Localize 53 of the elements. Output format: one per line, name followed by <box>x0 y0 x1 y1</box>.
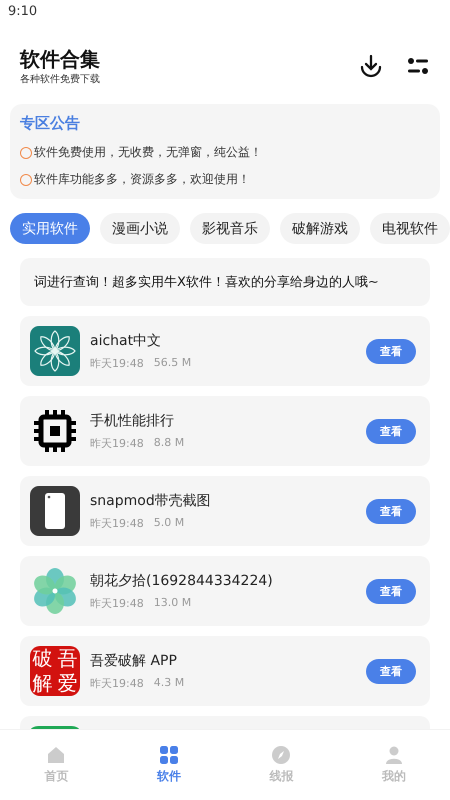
nav-tab[interactable]: 我的 <box>338 730 450 800</box>
view-button[interactable]: 查看 <box>366 498 416 524</box>
app-name: aichat中文 <box>90 332 162 350</box>
page-title: 软件合集 <box>20 46 101 72</box>
category-tab[interactable]: 实用软件 <box>10 213 90 244</box>
app-card[interactable]: 朝花夕拾(1692844334224) 昨天19:48 13.0 M 查看 <box>20 556 430 626</box>
notice-title: 专区公告 <box>20 114 81 133</box>
person-icon <box>384 745 404 765</box>
app-size: 4.3 M <box>154 676 184 690</box>
app-name: snapmod带壳截图 <box>90 492 212 510</box>
category-tab[interactable]: 漫画小说 <box>100 213 180 244</box>
nav-tab[interactable]: 线报 <box>225 730 338 800</box>
flower-icon <box>30 326 80 376</box>
view-button[interactable]: 查看 <box>366 578 416 604</box>
view-button[interactable]: 查看 <box>366 658 416 684</box>
app-card[interactable]: aichat中文 昨天19:48 56.5 M 查看 <box>20 316 430 386</box>
app-logo: 破 吾 解 爱 <box>30 646 80 696</box>
app-size: 56.5 M <box>154 356 192 370</box>
notice-text: 软件库功能多多，资源多多，欢迎使用！ <box>34 171 250 188</box>
settings-icon[interactable] <box>406 56 430 76</box>
category-tab[interactable]: 破解游戏 <box>280 213 360 244</box>
app-card[interactable]: 手机性能排行 昨天19:48 8.8 M 查看 <box>20 396 430 466</box>
app-name: 朝花夕拾(1692844334224) <box>90 572 274 590</box>
circle-icon <box>20 174 32 186</box>
phone-icon <box>30 486 80 536</box>
app-time: 昨天19:48 <box>90 676 144 690</box>
app-size: 5.0 M <box>154 516 184 530</box>
category-tab[interactable]: 影视音乐 <box>190 213 270 244</box>
app-card[interactable]: 破 吾 解 爱 吾爱破解 APP 昨天19:48 4.3 M 查看 <box>20 636 430 706</box>
grid-icon <box>158 745 179 765</box>
app-name: 手机性能排行 <box>90 412 175 430</box>
marquee-text: 词进行查询！超多实用牛X软件！喜欢的分享给身边的人哦~ <box>34 274 379 291</box>
view-button[interactable]: 查看 <box>366 418 416 444</box>
notice-text: 软件免费使用，无收费，无弹窗，纯公益！ <box>34 144 262 161</box>
app-time: 昨天19:48 <box>90 356 144 370</box>
nav-tab[interactable]: 首页 <box>0 730 112 800</box>
app-time: 昨天19:48 <box>90 436 144 450</box>
page-subtitle: 各种软件免费下载 <box>20 72 101 86</box>
compass-icon <box>271 745 292 765</box>
circle-icon <box>20 146 32 158</box>
status-time: 9:10 <box>8 4 38 19</box>
app-name: 吾爱破解 APP <box>90 652 178 670</box>
app-card[interactable] <box>20 716 430 730</box>
app-size: 8.8 M <box>154 436 184 450</box>
app-card[interactable]: snapmod带壳截图 昨天19:48 5.0 M 查看 <box>20 476 430 546</box>
app-time: 昨天19:48 <box>90 516 144 530</box>
home-icon <box>46 745 66 765</box>
nav-tab[interactable]: 软件 <box>112 730 225 800</box>
app-time: 昨天19:48 <box>90 596 144 610</box>
app-size: 13.0 M <box>154 596 192 610</box>
download-icon[interactable] <box>358 53 384 79</box>
category-tab[interactable]: 电视软件 <box>370 213 450 244</box>
view-button[interactable]: 查看 <box>366 338 416 364</box>
